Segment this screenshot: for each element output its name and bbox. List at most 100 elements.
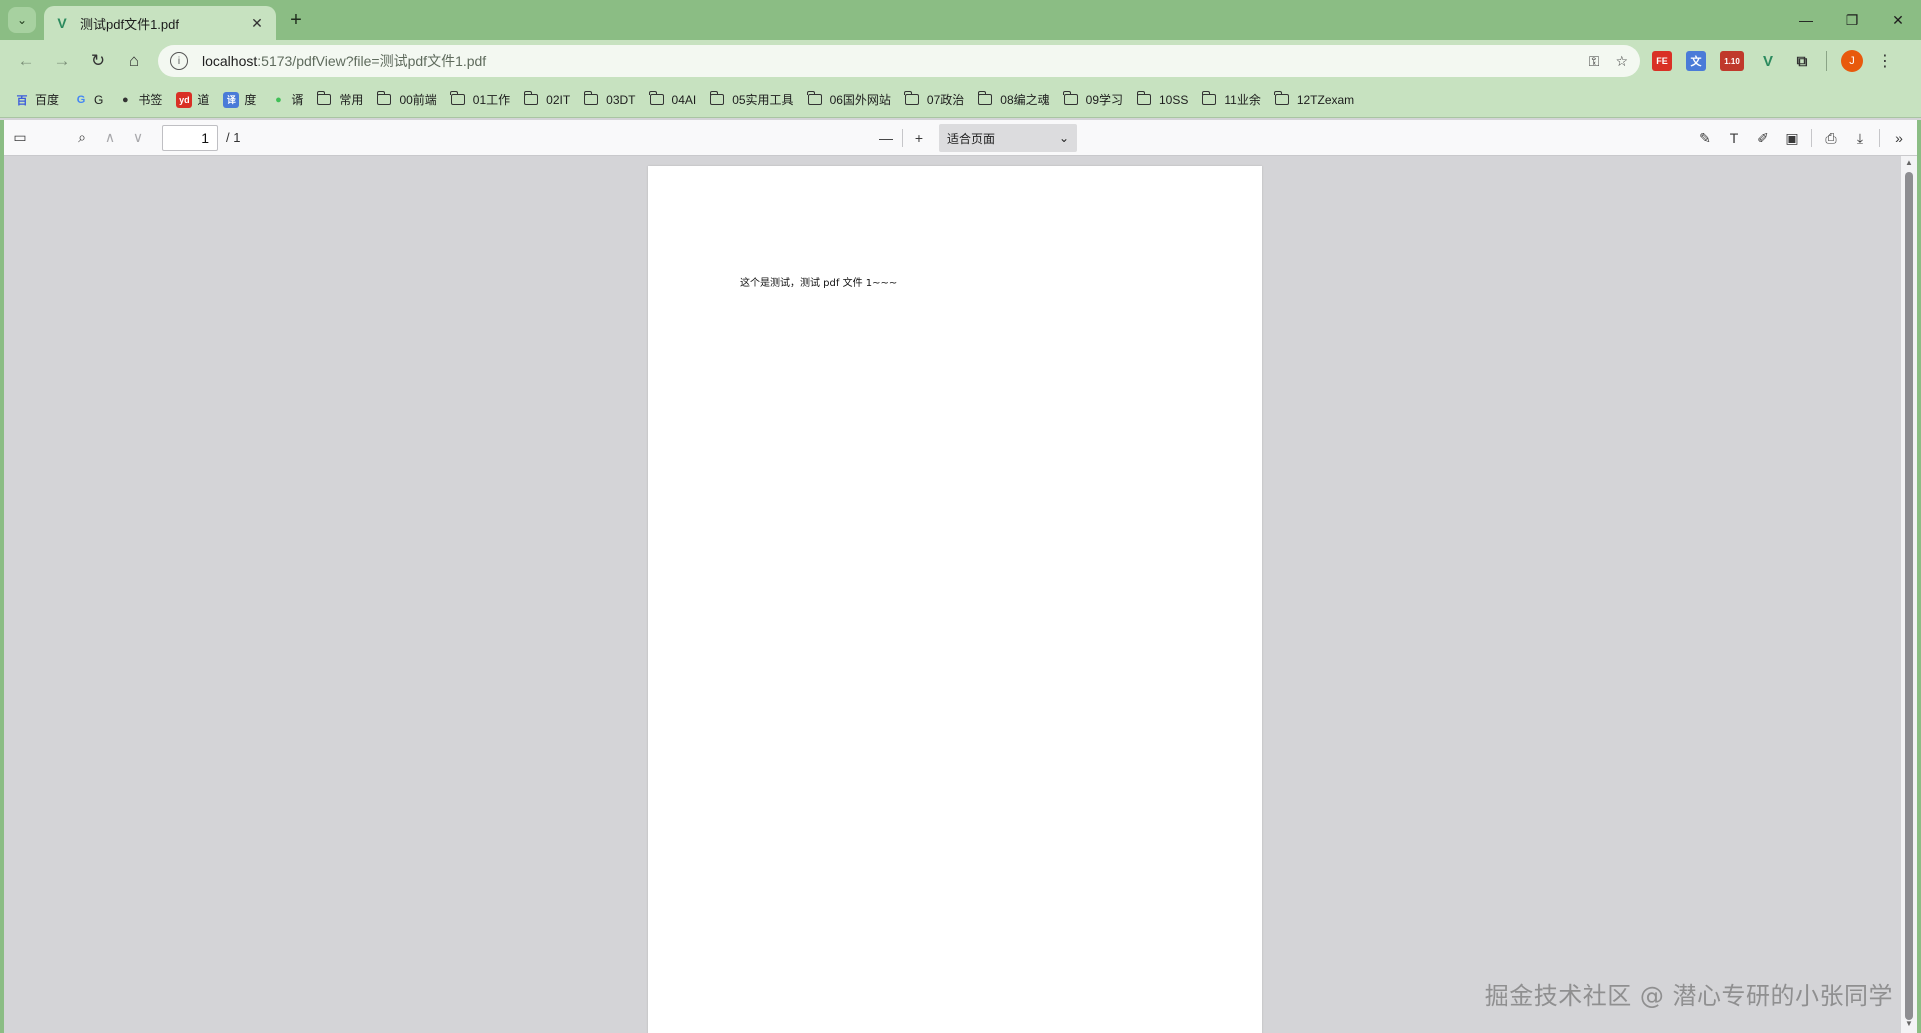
pdf-page-text: 这个是测试，测试 pdf 文件 1~~~ (740, 278, 898, 289)
bookmark-label: 百度 (35, 93, 60, 107)
fe-helper-icon[interactable]: FE (1652, 51, 1672, 71)
bookmark-item[interactable]: yd 道 (176, 91, 209, 108)
profile-avatar[interactable]: J (1841, 50, 1863, 72)
bookmark-item[interactable]: 08编之魂 (977, 91, 1050, 108)
tab-title: 测试pdf文件1.pdf (80, 16, 179, 32)
pdf-toolbar: ▭ ⌕ ∧ ∨ 1 / 1 — + 适合页面 ⌄ ✎ T ✐ ▣ ⎙ ⤓ » (4, 120, 1917, 156)
new-tab-button[interactable]: + (284, 8, 308, 32)
folder-icon (1136, 91, 1151, 105)
bookmark-label: 书签 (138, 93, 163, 107)
tab-close-icon[interactable]: ✕ (248, 14, 266, 32)
bookmark-label: 08编之魂 (1000, 93, 1050, 107)
watermark: 掘金技术社区 @ 潜心专研的小张同学 (1484, 982, 1893, 1010)
more-tools-icon[interactable]: » (1885, 124, 1913, 152)
bookmark-favicon-icon: 百 (16, 94, 28, 107)
zoom-divider (902, 129, 903, 147)
bookmarks-bar: 百百度 G G ● 书签 yd 道译度 ● 谞常用 00前端 01工作 02IT 03DT 04AI 05实… (0, 82, 1921, 118)
page-number-input[interactable]: 1 (162, 124, 218, 151)
folder-icon (376, 91, 392, 105)
sidebar-toggle-icon[interactable]: ▭ (6, 124, 34, 152)
bookmark-label: 11业余 (1224, 93, 1261, 107)
bookmark-item[interactable]: 06国外网站 (807, 91, 891, 108)
pdf-viewer-area[interactable]: 这个是测试，测试 pdf 文件 1~~~ (4, 156, 1901, 1033)
bookmark-item[interactable]: 05实用工具 (709, 91, 794, 108)
bookmark-item[interactable]: GG (73, 92, 104, 108)
bookmark-item[interactable]: ● 书签 (117, 91, 162, 108)
vue-devtools-icon[interactable]: V (1758, 51, 1778, 71)
address-bar[interactable]: i localhost:5173/pdfView?file=测试pdf文件1.p… (158, 45, 1640, 77)
zoom-out-icon[interactable]: — (872, 124, 900, 152)
next-page-icon[interactable]: ∨ (124, 124, 152, 152)
tool-divider (1811, 129, 1812, 147)
find-search-icon[interactable]: ⌕ (68, 124, 96, 152)
folder-icon (649, 91, 664, 105)
bookmark-item[interactable]: 04AI (649, 91, 696, 107)
bookmark-item[interactable]: 译度 (223, 91, 256, 108)
bookmark-item[interactable]: 02IT (523, 91, 570, 107)
badge-extension-icon[interactable]: 1.10 (1720, 51, 1744, 71)
site-info-icon[interactable]: i (170, 52, 188, 70)
tab-search-button[interactable]: ⌄ (8, 7, 36, 33)
bookmark-item[interactable]: 01工作 (450, 91, 510, 108)
bookmark-item[interactable]: 09学习 (1063, 91, 1123, 108)
bookmark-label: 10SS (1159, 92, 1189, 107)
folder-icon (583, 91, 599, 105)
folder-icon (523, 91, 539, 105)
scrollbar-thumb[interactable] (1905, 172, 1913, 1020)
bookmark-item[interactable]: 00前端 (376, 91, 437, 108)
toolbar-divider (1826, 51, 1827, 71)
folder-icon (904, 91, 919, 105)
folder-icon (709, 91, 725, 105)
print-icon[interactable]: ⎙ (1817, 124, 1845, 152)
bookmark-label: 09学习 (1085, 93, 1123, 107)
bookmark-item[interactable]: 常用 (316, 91, 363, 108)
browser-toolbar: ← → ↻ ⌂ i localhost:5173/pdfView?file=测试… (0, 40, 1921, 82)
extensions-area: FE 文 1.10 V ⧉ J ⋮ (1652, 45, 1893, 77)
restore-icon[interactable]: ❐ (1829, 0, 1875, 40)
zoom-controls: — + 适合页面 ⌄ (872, 124, 1077, 152)
bookmark-item[interactable]: 10SS (1136, 91, 1189, 107)
forward-icon[interactable]: → (44, 45, 80, 77)
bookmark-label: 06国外网站 (829, 93, 891, 107)
tab-strip: ⌄ V 测试pdf文件1.pdf ✕ + — ❐ ✕ (0, 0, 1921, 40)
window-controls: — ❐ ✕ (1783, 0, 1921, 40)
draw-tool-icon[interactable]: ✐ (1749, 124, 1777, 152)
bookmark-item[interactable]: ● 谞 (270, 91, 303, 108)
scroll-down-icon[interactable]: ▼ (1901, 1019, 1917, 1031)
bookmark-label: 谞 (291, 93, 304, 107)
zoom-in-icon[interactable]: + (905, 124, 933, 152)
bookmark-favicon-icon: yd (176, 91, 193, 108)
back-icon[interactable]: ← (8, 45, 44, 77)
folder-icon (1063, 91, 1078, 105)
active-tab[interactable]: V 测试pdf文件1.pdf ✕ (44, 6, 276, 40)
extensions-puzzle-icon[interactable]: ⧉ (1792, 51, 1812, 71)
annotation-tools: ✎ T ✐ ▣ ⎙ ⤓ » (1691, 124, 1913, 152)
reload-icon[interactable]: ↻ (80, 45, 116, 77)
bookmark-item[interactable]: 07政治 (904, 91, 965, 108)
bookmark-item[interactable]: 12TZexam (1274, 91, 1354, 107)
minimize-icon[interactable]: — (1783, 0, 1829, 40)
bookmark-star-icon[interactable]: ☆ (1615, 53, 1628, 70)
url-text[interactable]: localhost:5173/pdfView?file=测试pdf文件1.pdf (202, 51, 1589, 71)
translate-icon[interactable]: 文 (1686, 51, 1706, 71)
highlight-pen-icon[interactable]: ✎ (1691, 124, 1719, 152)
bookmark-favicon-icon: G (76, 93, 86, 106)
bookmark-favicon-icon: ● (122, 93, 129, 106)
bookmark-label: 07政治 (926, 93, 965, 107)
download-icon[interactable]: ⤓ (1846, 124, 1874, 152)
browser-menu-icon[interactable]: ⋮ (1877, 51, 1893, 71)
home-icon[interactable]: ⌂ (116, 45, 152, 77)
viewer-scrollbar[interactable]: ▲ ▼ (1901, 156, 1917, 1033)
image-tool-icon[interactable]: ▣ (1778, 124, 1806, 152)
close-window-icon[interactable]: ✕ (1875, 0, 1921, 40)
vue-favicon-icon: V (57, 15, 67, 31)
scroll-up-icon[interactable]: ▲ (1901, 158, 1917, 170)
bookmark-item[interactable]: 03DT (583, 91, 636, 107)
previous-page-icon[interactable]: ∧ (96, 124, 124, 152)
password-key-icon[interactable]: ⚿ (1589, 53, 1600, 70)
text-tool-icon[interactable]: T (1720, 124, 1748, 152)
bookmark-label: 03DT (606, 92, 636, 107)
bookmark-item[interactable]: 百百度 (14, 91, 60, 108)
zoom-select[interactable]: 适合页面 ⌄ (939, 124, 1077, 152)
bookmark-item[interactable]: 11业余 (1201, 91, 1261, 108)
